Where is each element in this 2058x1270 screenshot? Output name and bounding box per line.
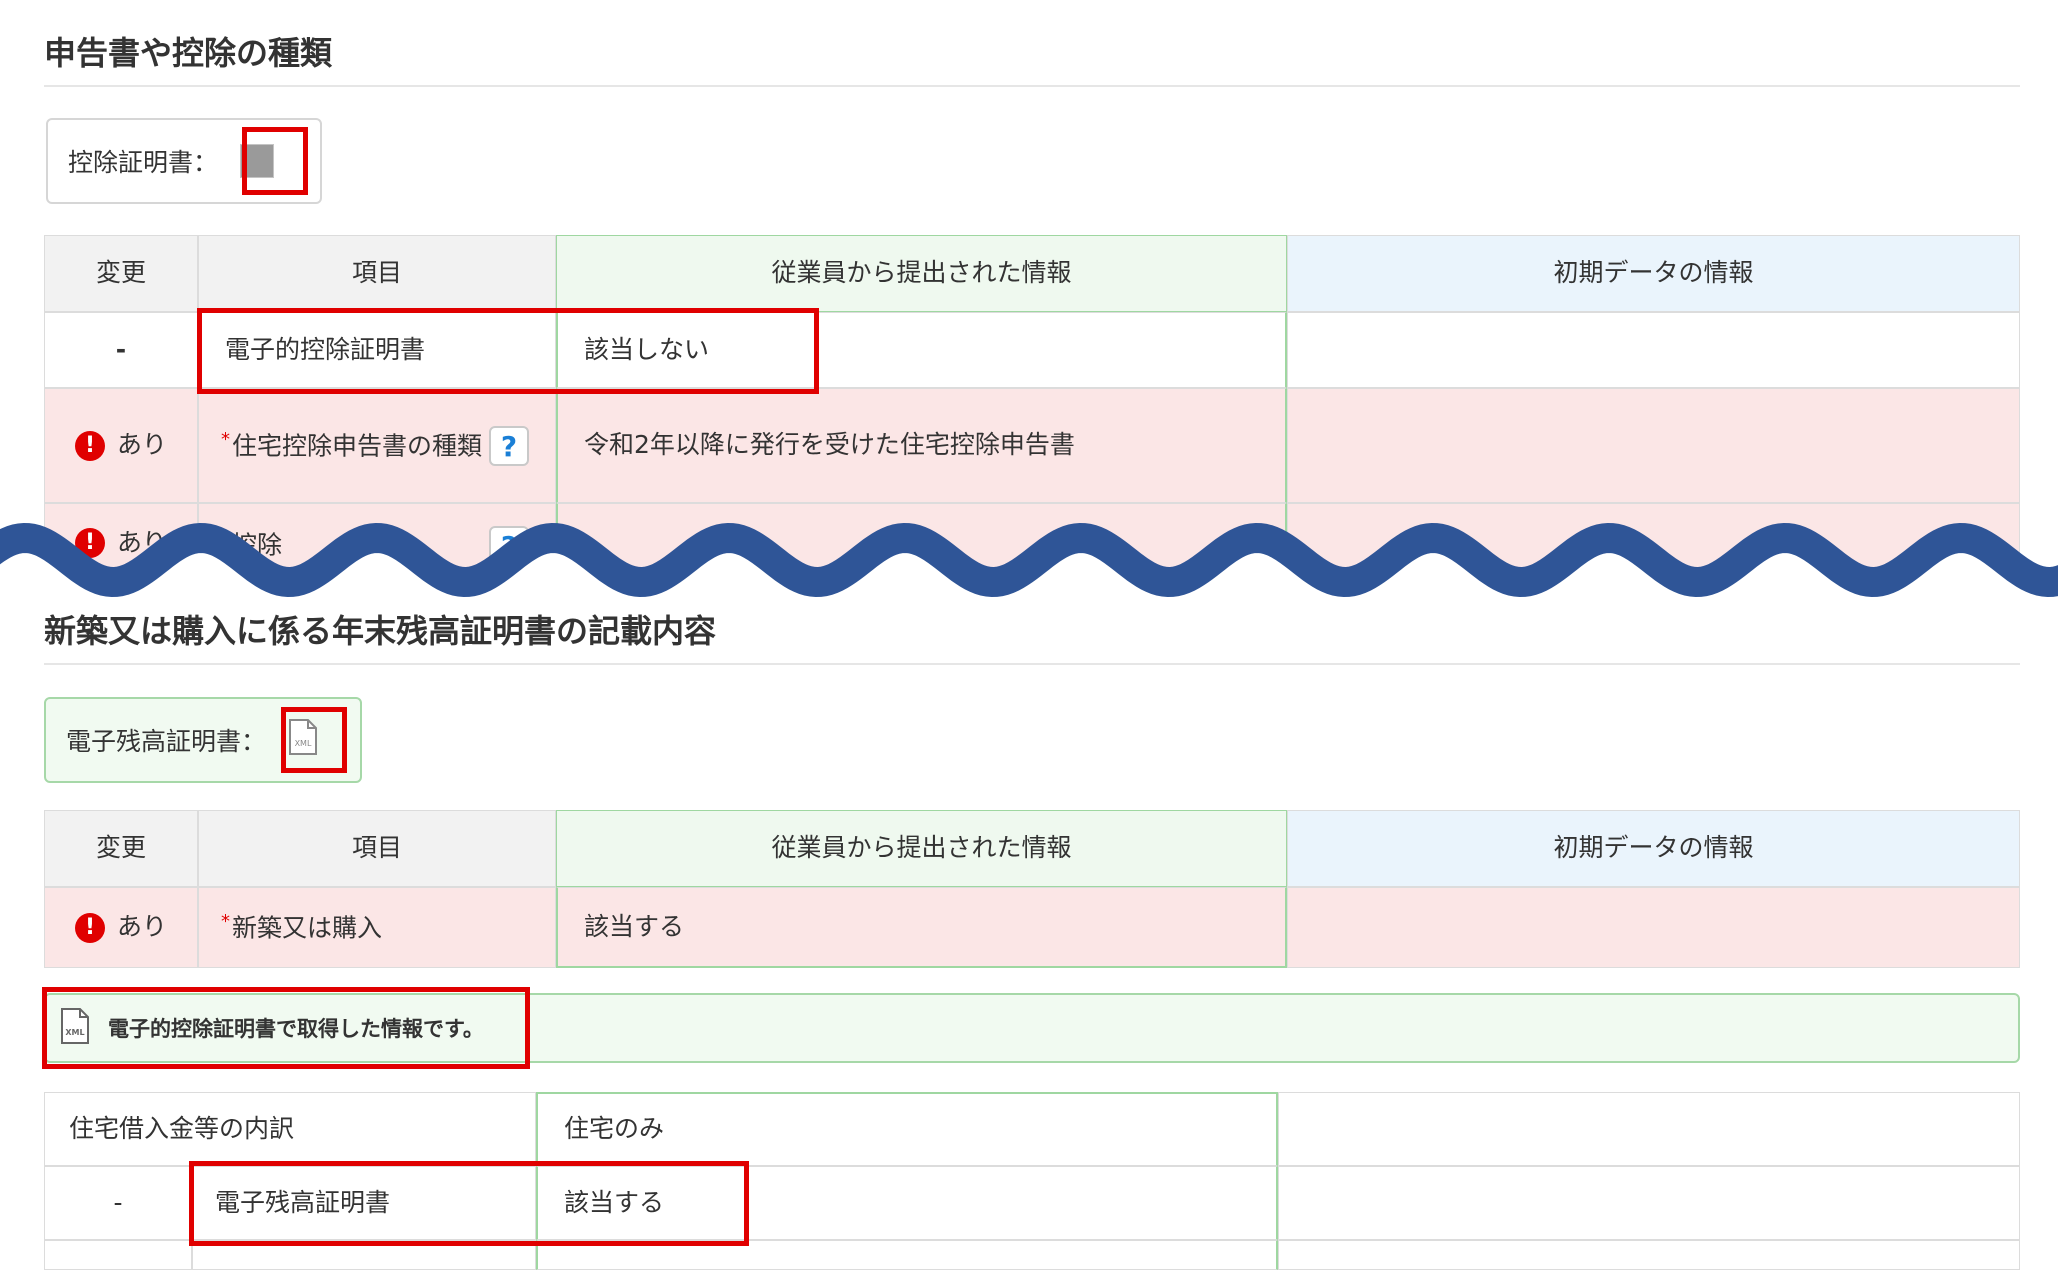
- deduction-certificate-label: 控除証明書：: [68, 148, 219, 177]
- required-marker: *: [221, 428, 230, 450]
- electronic-balance-certificate-label: 電子残高証明書：: [66, 727, 267, 756]
- row-change-value: あり: [116, 912, 167, 942]
- row-submitted-value: 令和2年以降に発行を受けた住宅控除申告書: [556, 388, 1287, 503]
- highlight-xml-icon: [281, 707, 347, 773]
- detail-label: 住宅借入金等の内訳: [44, 1092, 536, 1166]
- section-divider: [44, 85, 2020, 87]
- row-item-label: 新築又は購入: [232, 913, 383, 943]
- exclamation-circle-icon: !: [74, 912, 105, 943]
- section-title-year-end-balance: 新築又は購入に係る年末残高証明書の記載内容: [44, 612, 717, 650]
- section-divider: [44, 663, 2020, 665]
- detail-row-cut: [1278, 1240, 2020, 1270]
- highlight-electronic-certificate-row: [197, 308, 819, 394]
- header-change: 変更: [44, 235, 198, 312]
- row-change-value: あり: [116, 430, 167, 460]
- detail-change: -: [44, 1166, 192, 1240]
- header-submitted: 従業員から提出された情報: [556, 810, 1287, 887]
- detail-initial: [1278, 1092, 2020, 1166]
- section-title-deduction-type: 申告書や控除の種類: [44, 34, 333, 72]
- highlight-notice: [42, 987, 530, 1069]
- detail-value: 住宅のみ: [536, 1092, 1278, 1166]
- header-submitted: 従業員から提出された情報: [556, 235, 1287, 312]
- row-initial-value: [1287, 312, 2020, 388]
- detail-row-cut: [44, 1240, 192, 1270]
- highlight-electronic-balance-row: [189, 1161, 749, 1246]
- header-change: 変更: [44, 810, 198, 887]
- highlight-certificate-thumbnail: [242, 127, 308, 195]
- header-initial: 初期データの情報: [1287, 235, 2020, 312]
- header-initial: 初期データの情報: [1287, 810, 2020, 887]
- row-change-cell: ! あり: [44, 388, 198, 503]
- row-change-value: -: [44, 312, 198, 388]
- question-mark-icon[interactable]: ?: [489, 426, 529, 466]
- row-change-cell: ! あり: [44, 887, 198, 968]
- detail-initial: [1278, 1166, 2020, 1240]
- row-submitted-value: 該当する: [556, 887, 1287, 968]
- header-item: 項目: [198, 810, 556, 887]
- row-initial-value: [1287, 887, 2020, 968]
- required-marker: *: [221, 910, 230, 932]
- exclamation-circle-icon: !: [74, 430, 105, 461]
- row-item-label: 住宅控除申告書の種類: [232, 431, 483, 461]
- row-initial-value: [1287, 388, 2020, 503]
- row-item-cell: *新築又は購入: [198, 887, 556, 968]
- header-item: 項目: [198, 235, 556, 312]
